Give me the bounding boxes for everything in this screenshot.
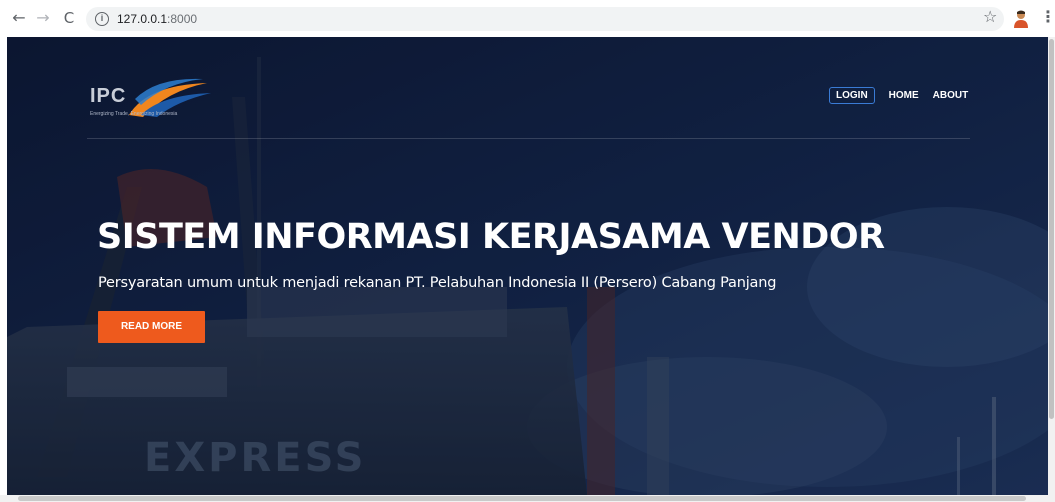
logo-tagline: Energizing Trade, Energizing Indonesia: [90, 111, 178, 117]
kebab-menu-icon[interactable]: ⋮: [1040, 8, 1055, 26]
vertical-scrollbar-thumb[interactable]: [1049, 39, 1054, 419]
url-text[interactable]: 127.0.0.1:8000: [117, 12, 197, 26]
header-divider: [87, 138, 970, 139]
main-navigation: LOGIN HOME ABOUT: [829, 87, 982, 104]
profile-avatar-icon[interactable]: [1012, 9, 1030, 28]
info-icon[interactable]: i: [95, 12, 109, 26]
url-host: 127.0.0.1: [117, 12, 168, 26]
logo-text: IPC: [90, 85, 127, 107]
ipc-logo[interactable]: IPC Energizing Trade, Energizing Indones…: [87, 75, 227, 121]
url-port: :8000: [167, 12, 198, 26]
page-viewport: EXPRESS IPC Energizing Trade, Energizing…: [7, 37, 1048, 495]
hero-title: SISTEM INFORMASI KERJASAMA VENDOR: [97, 217, 885, 257]
read-more-button[interactable]: READ MORE: [98, 311, 205, 343]
reload-icon[interactable]: C: [60, 9, 78, 27]
browser-toolbar: ← → C i 127.0.0.1:8000 ☆ ⋮: [0, 0, 1055, 37]
address-bar[interactable]: i 127.0.0.1:8000: [86, 7, 1004, 31]
hero-subtitle: Persyaratan umum untuk menjadi rekanan P…: [98, 275, 777, 291]
back-arrow-icon[interactable]: ←: [10, 9, 28, 27]
nav-about-link[interactable]: ABOUT: [933, 90, 969, 101]
nav-home-link[interactable]: HOME: [889, 90, 919, 101]
bookmark-star-icon[interactable]: ☆: [983, 8, 997, 26]
horizontal-scrollbar-thumb[interactable]: [18, 496, 1026, 501]
nav-login-link[interactable]: LOGIN: [829, 87, 875, 104]
forward-arrow-icon[interactable]: →: [34, 9, 52, 27]
ship-hull-lettering: EXPRESS: [144, 435, 367, 481]
